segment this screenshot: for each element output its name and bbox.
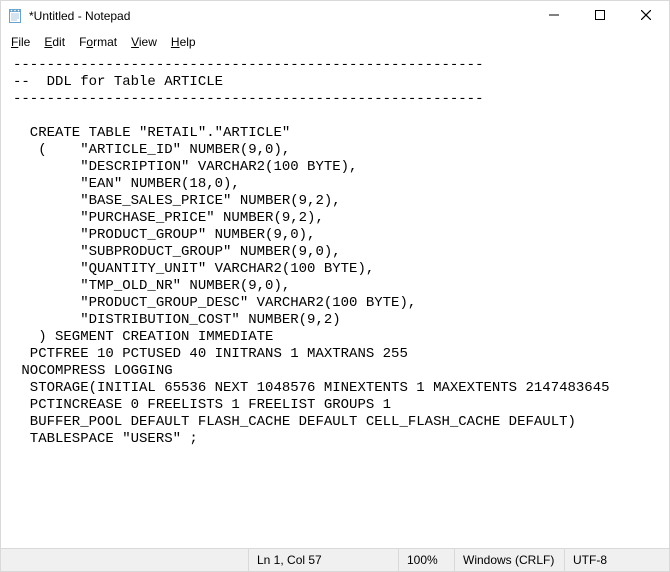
window-title: *Untitled - Notepad: [29, 9, 531, 23]
status-bar: Ln 1, Col 57 100% Windows (CRLF) UTF-8: [1, 548, 669, 571]
minimize-button[interactable]: [531, 1, 577, 31]
menu-file-rest: ile: [18, 35, 30, 49]
menu-help-rest: elp: [180, 35, 196, 49]
notepad-window: *Untitled - Notepad: [0, 0, 670, 572]
maximize-icon: [595, 9, 605, 23]
status-zoom: 100%: [398, 549, 454, 571]
maximize-button[interactable]: [577, 1, 623, 31]
notepad-icon: [7, 8, 23, 24]
window-controls: [531, 1, 669, 31]
menu-view[interactable]: View: [125, 33, 163, 51]
title-bar[interactable]: *Untitled - Notepad: [1, 1, 669, 31]
close-button[interactable]: [623, 1, 669, 31]
menu-bar: File Edit Format View Help: [1, 31, 669, 55]
menu-edit[interactable]: Edit: [38, 33, 71, 51]
menu-file[interactable]: File: [5, 33, 36, 51]
status-spacer: [1, 549, 248, 571]
menu-help[interactable]: Help: [165, 33, 202, 51]
menu-edit-rest: dit: [52, 35, 65, 49]
minimize-icon: [549, 9, 559, 23]
text-editor[interactable]: ----------------------------------------…: [1, 55, 669, 548]
menu-format[interactable]: Format: [73, 33, 123, 51]
menu-format-rest: rmat: [93, 35, 117, 49]
menu-view-rest: iew: [139, 35, 157, 49]
close-icon: [641, 9, 651, 23]
status-line-col: Ln 1, Col 57: [248, 549, 398, 571]
status-encoding: UTF-8: [564, 549, 669, 571]
status-eol: Windows (CRLF): [454, 549, 564, 571]
